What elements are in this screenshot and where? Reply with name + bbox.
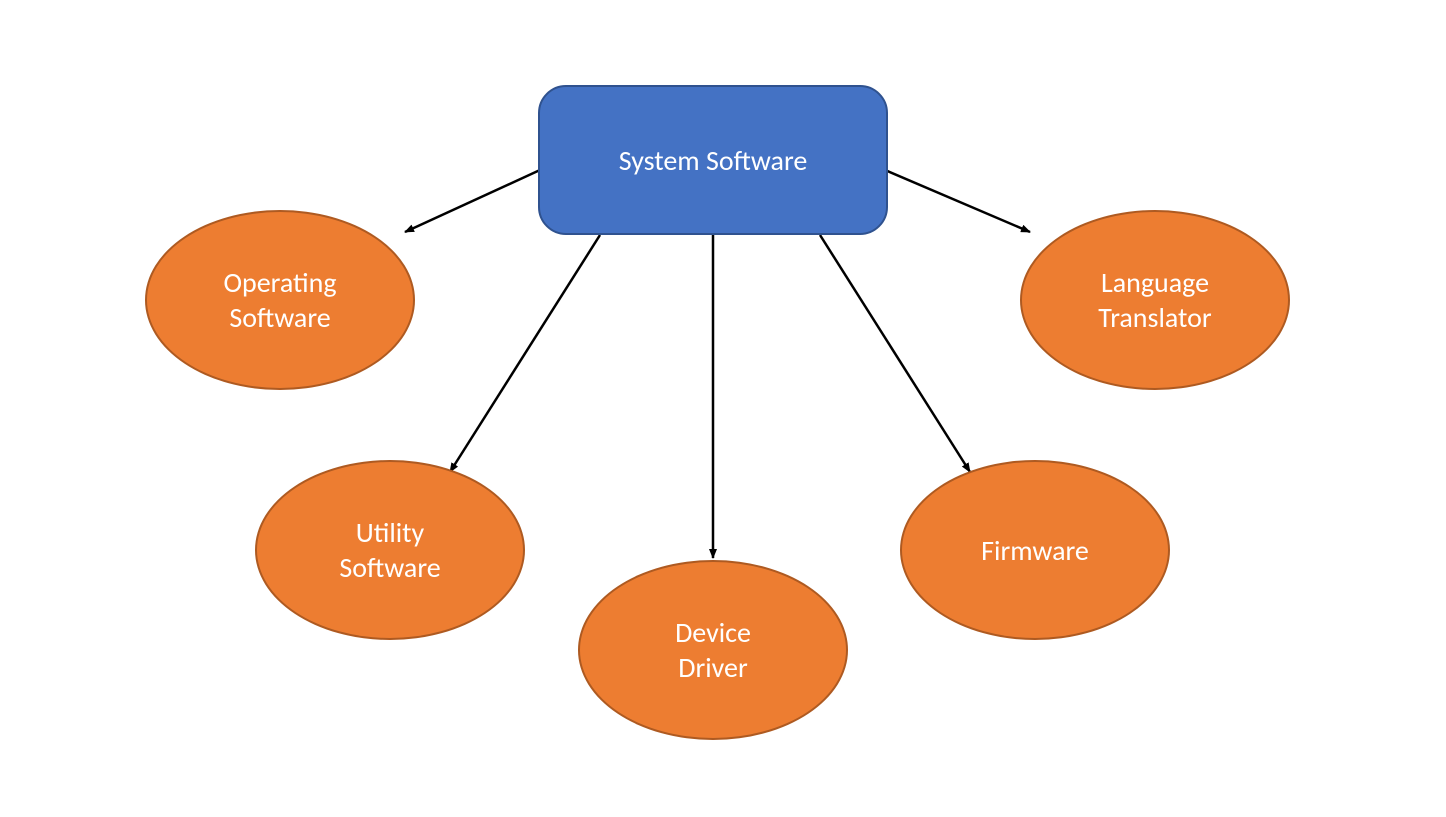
child-label-device: Device Driver xyxy=(675,615,751,685)
child-label-language: Language Translator xyxy=(1098,265,1211,335)
arrow-to-utility xyxy=(450,235,600,472)
root-node-system-software: System Software xyxy=(538,85,888,235)
child-node-language: Language Translator xyxy=(1020,210,1290,390)
arrow-to-firmware xyxy=(820,235,970,472)
arrow-to-language xyxy=(885,170,1030,232)
child-node-utility: Utility Software xyxy=(255,460,525,640)
child-label-utility: Utility Software xyxy=(339,515,440,585)
child-label-firmware: Firmware xyxy=(981,533,1089,568)
child-label-operating: Operating Software xyxy=(223,265,336,335)
child-node-firmware: Firmware xyxy=(900,460,1170,640)
child-node-operating: Operating Software xyxy=(145,210,415,390)
root-label: System Software xyxy=(619,143,808,178)
child-node-device: Device Driver xyxy=(578,560,848,740)
arrow-to-operating xyxy=(405,170,540,232)
